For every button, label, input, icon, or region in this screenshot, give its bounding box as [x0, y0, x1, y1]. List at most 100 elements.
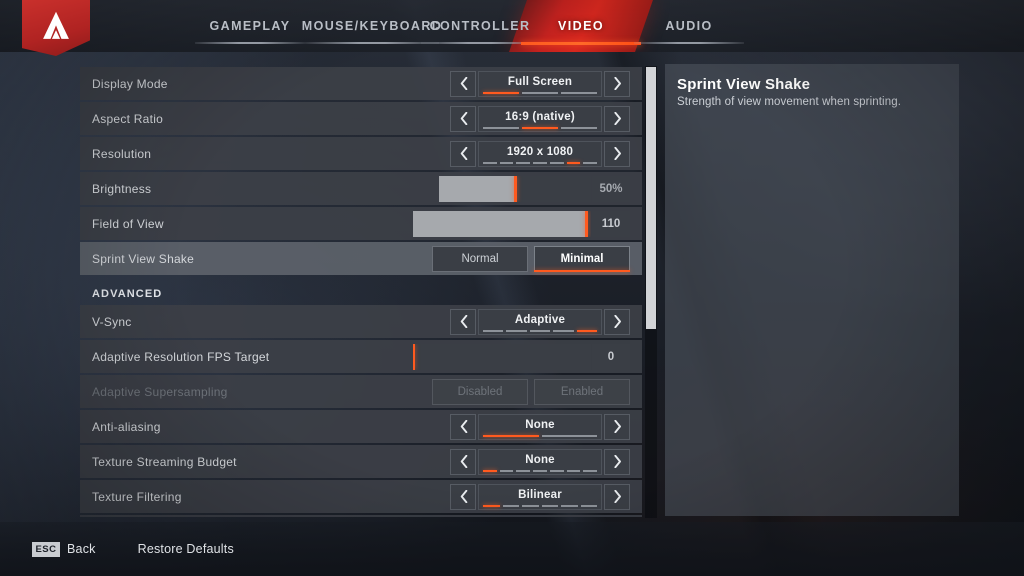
top-navigation-bar: GAMEPLAY MOUSE/KEYBOARD CONTROLLER VIDEO AUD… [0, 0, 1024, 52]
stepper-next-button[interactable] [604, 483, 630, 510]
scrollbar-thumb[interactable] [646, 67, 656, 329]
stepper-value-box[interactable]: 1920 x 1080 [478, 140, 602, 167]
stepper-segment [483, 161, 497, 164]
toggle-option-disabled: Disabled [432, 378, 528, 405]
slider-handle[interactable] [413, 343, 415, 370]
setting-row-brightness[interactable]: Brightness 50% [80, 172, 642, 205]
stepper-prev-button[interactable] [450, 140, 476, 167]
settings-scrollbar[interactable] [645, 66, 657, 518]
setting-row-aspect-ratio[interactable]: Aspect Ratio 16:9 (native) [80, 102, 642, 135]
toggle-option-normal[interactable]: Normal [432, 245, 528, 272]
stepper-prev-button[interactable] [450, 105, 476, 132]
slider-track[interactable] [439, 175, 591, 202]
setting-row-ambient-occlusion-quality[interactable]: Ambient Occlusion QualityDisabled [80, 515, 642, 517]
setting-label: Adaptive Supersampling [92, 384, 228, 399]
tab-label: AUDIO [665, 19, 713, 33]
stepper-control: 16:9 (native) [450, 105, 630, 132]
setting-row-texture-filtering[interactable]: Texture Filtering Bilinear [80, 480, 642, 513]
slider-track[interactable] [413, 343, 591, 370]
stepper-segment [566, 469, 581, 472]
toggle-option-minimal[interactable]: Minimal [534, 245, 630, 272]
stepper-segment [561, 126, 597, 129]
stepper-prev-button[interactable] [450, 483, 476, 510]
slider-value: 0 [592, 343, 630, 370]
stepper-prev-button[interactable] [450, 448, 476, 475]
tab-audio[interactable]: AUDIO [624, 0, 754, 52]
stepper-segments [483, 469, 598, 472]
setting-label: Resolution [92, 146, 152, 161]
stepper-value-box[interactable]: 16:9 (native) [478, 105, 602, 132]
info-panel-description: Strength of view movement when sprinting… [677, 96, 901, 108]
stepper-prev-button[interactable] [450, 308, 476, 335]
stepper-segment [506, 329, 527, 332]
stepper-control: Bilinear [450, 483, 630, 510]
setting-label: Texture Filtering [92, 489, 182, 504]
stepper-next-button[interactable] [604, 105, 630, 132]
setting-row-display-mode[interactable]: Display Mode Full Screen [80, 67, 642, 100]
stepper-value-text: Bilinear [518, 489, 562, 501]
restore-defaults-button[interactable]: Restore Defaults [138, 542, 234, 556]
stepper-prev-button[interactable] [450, 413, 476, 440]
stepper-value-box[interactable]: Adaptive [478, 308, 602, 335]
stepper-value-box[interactable]: None [478, 413, 602, 440]
setting-row-adaptive-supersampling: Adaptive Supersampling Disabled Enabled [80, 375, 642, 408]
setting-row-field-of-view[interactable]: Field of View 110 [80, 207, 642, 240]
stepper-segment [529, 329, 551, 332]
stepper-control: None [450, 448, 630, 475]
stepper-value-text: None [525, 419, 555, 431]
slider-control: 50% [439, 175, 630, 202]
back-button[interactable]: ESC Back [32, 541, 96, 557]
toggle-option-enabled: Enabled [534, 378, 630, 405]
stepper-value-box[interactable]: None [478, 448, 602, 475]
slider-value: 50% [592, 175, 630, 202]
tab-label: VIDEO [558, 19, 604, 33]
stepper-segment [561, 504, 578, 507]
stepper-segment [533, 469, 547, 472]
setting-row-adaptive-resolution-fps-target[interactable]: Adaptive Resolution FPS Target 0 [80, 340, 642, 373]
stepper-segment [522, 126, 558, 129]
section-header-advanced: ADVANCED [80, 277, 642, 303]
setting-row-anti-aliasing[interactable]: Anti-aliasing None [80, 410, 642, 443]
stepper-segment [583, 469, 598, 472]
stepper-value-box[interactable]: Full Screen [478, 70, 602, 97]
slider-fill [413, 210, 586, 237]
stepper-next-button[interactable] [604, 308, 630, 335]
tab-underline [520, 42, 642, 45]
stepper-segment [483, 469, 497, 472]
slider-control: 110 [413, 210, 630, 237]
setting-row-sprint-view-shake[interactable]: Sprint View Shake Normal Minimal [80, 242, 642, 275]
stepper-next-button[interactable] [604, 448, 630, 475]
chevron-left-icon [460, 112, 467, 125]
slider-handle[interactable] [584, 210, 588, 237]
chevron-left-icon [460, 77, 467, 90]
settings-list[interactable]: Display Mode Full Screen Aspect Ratio 16:9 … [80, 67, 642, 517]
setting-info-panel: Sprint View Shake Strength of view movem… [665, 64, 959, 516]
slider-track[interactable] [413, 210, 591, 237]
chevron-left-icon [460, 315, 467, 328]
esc-key-badge: ESC [32, 541, 60, 557]
tab-underline [195, 42, 305, 44]
setting-label: Brightness [92, 181, 152, 196]
setting-row-resolution[interactable]: Resolution 1920 x 1080 [80, 137, 642, 170]
stepper-next-button[interactable] [604, 70, 630, 97]
slider-handle[interactable] [514, 175, 517, 202]
back-label: Back [67, 542, 96, 556]
stepper-next-button[interactable] [604, 140, 630, 167]
stepper-segment [566, 161, 581, 164]
stepper-segments [483, 329, 598, 332]
setting-row-texture-streaming-budget[interactable]: Texture Streaming Budget None [80, 445, 642, 478]
chevron-left-icon [460, 420, 467, 433]
info-panel-title: Sprint View Shake [677, 76, 811, 93]
stepper-next-button[interactable] [604, 413, 630, 440]
stepper-prev-button[interactable] [450, 70, 476, 97]
chevron-left-icon [460, 147, 467, 160]
stepper-segment [516, 469, 531, 472]
stepper-segment [533, 161, 547, 164]
setting-row-v-sync[interactable]: V-Sync Adaptive [80, 305, 642, 338]
setting-label: Adaptive Resolution FPS Target [92, 349, 270, 364]
stepper-segment [553, 329, 574, 332]
chevron-right-icon [613, 147, 621, 160]
stepper-segments [483, 126, 597, 129]
stepper-value-box[interactable]: Bilinear [478, 483, 602, 510]
stepper-value-text: Full Screen [507, 76, 573, 88]
